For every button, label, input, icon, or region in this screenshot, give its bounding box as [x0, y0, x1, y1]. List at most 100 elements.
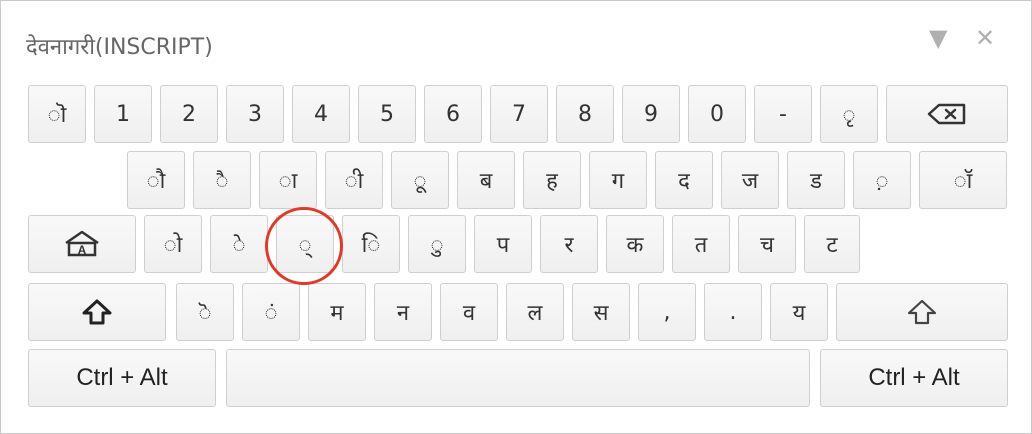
ctrl-alt-key-left[interactable]: Ctrl + Alt [28, 349, 216, 407]
key-label: ् [298, 233, 312, 258]
key-row2-9[interactable]: ज [721, 151, 779, 209]
key-row1-1[interactable]: 1 [94, 85, 152, 143]
key-row3-0[interactable]: ो [144, 215, 202, 273]
key-row2-0[interactable]: ौ [127, 151, 185, 209]
key-label: ृ [842, 103, 856, 128]
triangle-down-icon[interactable]: ▼ [929, 23, 947, 53]
shift-key-right[interactable] [836, 283, 1008, 341]
key-row3-7[interactable]: क [606, 215, 664, 273]
key-label: त [694, 233, 708, 258]
key-row1-0[interactable]: ॊ [28, 85, 86, 143]
key-row1-11[interactable]: - [754, 85, 812, 143]
key-row1-6[interactable]: 6 [424, 85, 482, 143]
key-row3-6[interactable]: र [540, 215, 598, 273]
key-row1-4[interactable]: 4 [292, 85, 350, 143]
backspace-icon [927, 103, 967, 125]
key-row3-5[interactable]: प [474, 215, 532, 273]
key-row1-5[interactable]: 5 [358, 85, 416, 143]
key-row2-12[interactable]: ॉ [919, 151, 1007, 209]
key-row2-4[interactable]: ू [391, 151, 449, 209]
key-label: च [760, 233, 774, 258]
key-row4-7[interactable]: , [638, 283, 696, 341]
key-row3-2[interactable]: ् [276, 215, 334, 273]
key-label: 6 [446, 101, 460, 127]
key-label: ॊ [47, 103, 67, 128]
key-label: 5 [380, 101, 394, 127]
backspace-key[interactable] [886, 85, 1008, 143]
key-label: म [330, 301, 344, 326]
key-label: ॉ [953, 169, 973, 194]
key-label: ौ [146, 169, 166, 194]
key-label: प [496, 233, 510, 258]
home-caps-icon: A [62, 229, 102, 259]
ctrl-alt-key-right[interactable]: Ctrl + Alt [820, 349, 1008, 407]
key-row2-6[interactable]: ह [523, 151, 581, 209]
key-row2-3[interactable]: ी [325, 151, 383, 209]
key-row2-2[interactable]: ा [259, 151, 317, 209]
space-key[interactable] [226, 349, 810, 407]
key-row2-10[interactable]: ड [787, 151, 845, 209]
key-row1-8[interactable]: 8 [556, 85, 614, 143]
key-label: ो [163, 233, 183, 258]
key-row3-9[interactable]: च [738, 215, 796, 273]
key-label: ल [527, 301, 543, 326]
key-row2-5[interactable]: ब [457, 151, 515, 209]
key-row1-2[interactable]: 2 [160, 85, 218, 143]
key-row2-11[interactable]: ़ [853, 151, 911, 209]
key-row4-9[interactable]: य [770, 283, 828, 341]
key-row1-9[interactable]: 9 [622, 85, 680, 143]
key-label: , [663, 299, 671, 325]
key-label: ी [344, 169, 364, 194]
key-row3-10[interactable]: ट [804, 215, 860, 273]
key-label: ट [826, 233, 838, 258]
key-label: 1 [116, 101, 130, 127]
key-row1-3[interactable]: 3 [226, 85, 284, 143]
key-label: 0 [710, 101, 724, 127]
key-row4-5[interactable]: ल [506, 283, 564, 341]
key-row4-6[interactable]: स [572, 283, 630, 341]
key-row4-4[interactable]: व [440, 283, 498, 341]
key-label: Ctrl + Alt [76, 364, 168, 391]
key-label: ै [215, 169, 229, 194]
key-row3-1[interactable]: े [210, 215, 268, 273]
key-label: ि [361, 233, 381, 258]
key-row2-8[interactable]: द [655, 151, 713, 209]
key-label: . [729, 299, 737, 325]
key-row3-8[interactable]: त [672, 215, 730, 273]
key-label: ं [264, 301, 278, 326]
key-row2-7[interactable]: ग [589, 151, 647, 209]
keyboard-title: देवनागरी(INSCRIPT) [26, 35, 213, 60]
key-row3-3[interactable]: ि [342, 215, 400, 273]
key-label: ड [810, 169, 822, 194]
key-row4-8[interactable]: . [704, 283, 762, 341]
shift-icon [82, 299, 112, 325]
key-label: े [232, 233, 246, 258]
key-label: ब [479, 169, 493, 194]
shift-key-left[interactable] [28, 283, 166, 341]
key-row1-7[interactable]: 7 [490, 85, 548, 143]
key-label: ा [278, 169, 298, 194]
virtual-keyboard-panel: देवनागरी(INSCRIPT) ▼ ✕ ॊ 1 2 3 4 5 6 7 8… [0, 0, 1032, 434]
key-label: व [462, 301, 476, 326]
key-label: न [396, 301, 410, 326]
key-row2-1[interactable]: ै [193, 151, 251, 209]
key-row4-0[interactable]: ॆ [176, 283, 234, 341]
key-label: 7 [512, 101, 526, 127]
key-row4-3[interactable]: न [374, 283, 432, 341]
key-label: स [593, 301, 609, 326]
key-label: ज [741, 169, 759, 194]
key-row1-12[interactable]: ृ [820, 85, 878, 143]
key-label: 9 [644, 101, 658, 127]
key-label: 8 [578, 101, 592, 127]
svg-text:A: A [78, 243, 87, 257]
key-label: ग [611, 169, 625, 194]
key-label: र [564, 233, 574, 258]
key-row1-10[interactable]: 0 [688, 85, 746, 143]
close-icon[interactable]: ✕ [975, 23, 995, 53]
key-row3-4[interactable]: ु [408, 215, 466, 273]
key-label: ह [546, 169, 558, 194]
shift-icon [907, 299, 937, 325]
key-row4-1[interactable]: ं [242, 283, 300, 341]
key-row4-2[interactable]: म [308, 283, 366, 341]
caps-key[interactable]: A [28, 215, 136, 273]
